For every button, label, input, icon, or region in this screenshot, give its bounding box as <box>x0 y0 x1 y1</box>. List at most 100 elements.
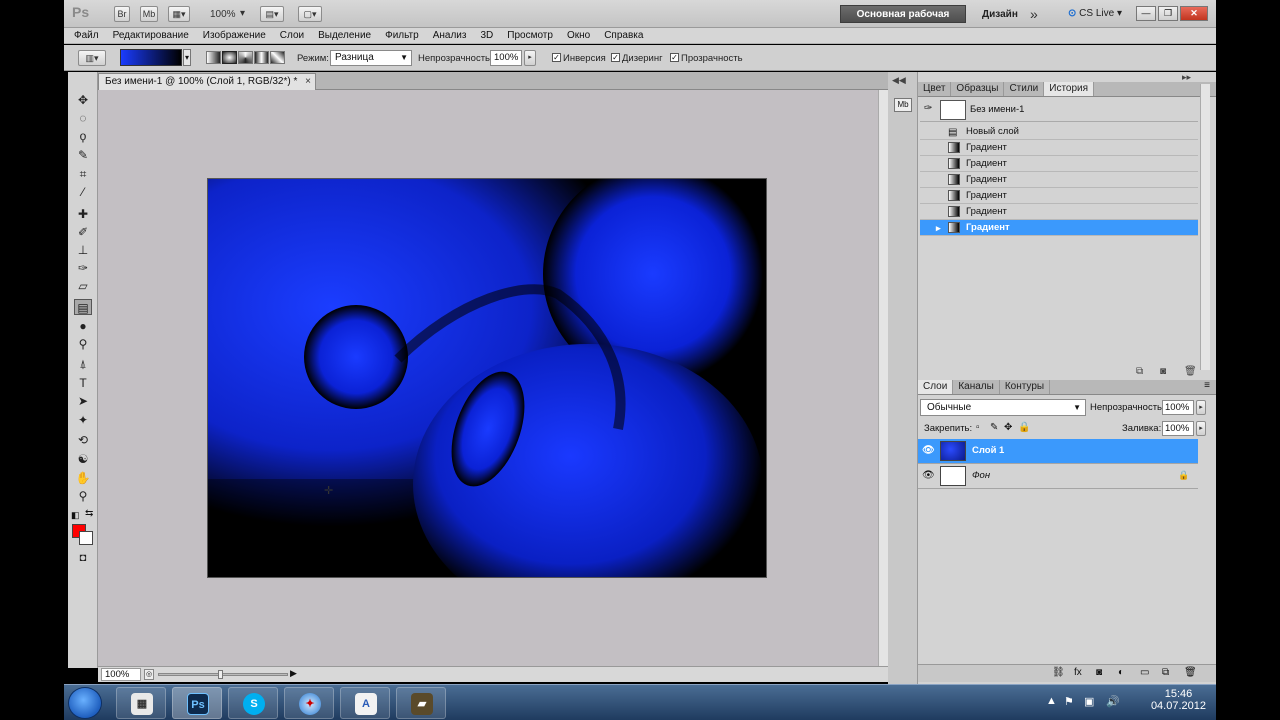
vertical-scrollbar[interactable] <box>878 90 888 666</box>
create-document-from-state-icon[interactable]: ⧉ <box>1136 366 1143 377</box>
taskbar-app-photoshop[interactable]: Ps <box>172 687 222 719</box>
menu-view[interactable]: Просмотр <box>507 28 553 43</box>
layer-row[interactable]: 👁 Фон 🔒 <box>918 464 1198 489</box>
layer-mask-icon[interactable]: ◙ <box>1096 667 1102 678</box>
menu-3d[interactable]: 3D <box>480 28 493 43</box>
eye-icon[interactable]: 👁 <box>922 470 935 481</box>
screen-mode-button[interactable]: ▢▾ <box>298 6 322 22</box>
mode-select[interactable]: Разница ▼ <box>330 50 412 66</box>
tray-network-icon[interactable]: ▣ <box>1084 695 1094 708</box>
gradient-tool-icon[interactable]: ▤ <box>74 299 92 315</box>
adjustment-layer-icon[interactable]: ◐ <box>1118 667 1124 678</box>
menu-edit[interactable]: Редактирование <box>113 28 189 43</box>
radial-gradient-icon[interactable] <box>222 51 237 64</box>
tab-channels[interactable]: Каналы <box>953 380 1000 394</box>
arrange-documents-button[interactable]: ▤▾ <box>260 6 284 22</box>
menu-image[interactable]: Изображение <box>203 28 266 43</box>
taskbar-app-video[interactable]: ▰ <box>396 687 446 719</box>
tab-history[interactable]: История <box>1044 82 1095 96</box>
new-layer-icon[interactable]: ⧉ <box>1162 667 1169 678</box>
tab-swatches[interactable]: Образцы <box>951 82 1005 96</box>
restore-button[interactable]: ❐ <box>1158 6 1178 21</box>
delete-layer-icon[interactable]: 🗑 <box>1184 667 1197 678</box>
shape-tool-icon[interactable]: ✦ <box>74 412 92 428</box>
reflected-gradient-icon[interactable] <box>254 51 269 64</box>
panel-menu-icon[interactable]: ≡ <box>1204 380 1210 391</box>
lasso-tool-icon[interactable]: ϙ <box>74 128 92 144</box>
quick-selection-tool-icon[interactable]: ✎ <box>74 147 92 163</box>
opacity-input[interactable]: 100% <box>490 50 522 66</box>
opacity-slider-button[interactable]: ▸ <box>524 50 536 66</box>
history-snapshot-row[interactable]: ✑ Без имени-1 <box>920 98 1198 122</box>
blur-tool-icon[interactable]: ● <box>74 318 92 334</box>
zoom-status-field[interactable]: 100% <box>101 668 141 681</box>
history-state[interactable]: Градиент <box>920 172 1198 188</box>
status-arrow-icon[interactable]: ▶ <box>290 668 297 679</box>
healing-brush-tool-icon[interactable]: ✚ <box>74 206 92 222</box>
dither-checkbox[interactable]: ✓ <box>611 53 620 62</box>
background-color-swatch[interactable] <box>79 531 93 545</box>
tool-preset-picker[interactable]: ▥▾ <box>78 50 106 66</box>
quick-mask-icon[interactable]: ◘ <box>74 550 92 566</box>
menu-analysis[interactable]: Анализ <box>433 28 467 43</box>
transparency-checkbox[interactable]: ✓ <box>670 53 679 62</box>
gradient-picker-dropdown[interactable]: ▾ <box>183 49 191 66</box>
history-state[interactable]: Градиент <box>920 140 1198 156</box>
tab-styles[interactable]: Стили <box>1004 82 1045 96</box>
canvas-image[interactable] <box>207 178 767 578</box>
gradient-editor-preview[interactable] <box>120 49 182 66</box>
opacity-slider-button[interactable]: ▸ <box>1196 400 1206 415</box>
status-info-icon[interactable]: ◎ <box>144 669 154 680</box>
lock-image-icon[interactable]: ✎ <box>990 422 998 433</box>
blend-mode-select[interactable]: Обычные ▼ <box>920 399 1086 416</box>
menu-help[interactable]: Справка <box>604 28 643 43</box>
taskbar-app-skype[interactable]: S <box>228 687 278 719</box>
linear-gradient-icon[interactable] <box>206 51 221 64</box>
history-state-new-layer[interactable]: ▤ Новый слой <box>920 124 1198 140</box>
zoom-dropdown-icon[interactable]: ▾ <box>240 8 245 19</box>
clone-stamp-tool-icon[interactable]: ⊥ <box>74 242 92 258</box>
taskbar-app-document[interactable]: A <box>340 687 390 719</box>
workspace-essentials-button[interactable]: Основная рабочая среда <box>840 5 966 38</box>
menu-filter[interactable]: Фильтр <box>385 28 419 43</box>
history-scrollbar[interactable] <box>1200 84 1210 370</box>
start-button[interactable] <box>68 687 102 719</box>
path-selection-tool-icon[interactable]: ➤ <box>74 393 92 409</box>
delete-icon[interactable]: 🗑 <box>1184 366 1197 377</box>
link-layers-icon[interactable]: ⛓ <box>1052 667 1065 678</box>
tray-volume-icon[interactable]: 🔊 <box>1106 695 1120 708</box>
mini-bridge-panel-icon[interactable]: Mb <box>894 98 912 112</box>
tray-flag-icon[interactable]: ⚑ <box>1064 695 1074 708</box>
workspace-design-button[interactable]: Дизайн <box>982 9 1018 20</box>
brush-tool-icon[interactable]: ✐ <box>74 224 92 240</box>
reverse-checkbox[interactable]: ✓ <box>552 53 561 62</box>
tab-color[interactable]: Цвет <box>918 82 952 96</box>
menu-select[interactable]: Выделение <box>318 28 371 43</box>
eyedropper-tool-icon[interactable]: ⁄ <box>74 184 92 200</box>
lock-position-icon[interactable]: ✥ <box>1004 422 1012 433</box>
history-brush-tool-icon[interactable]: ✑ <box>74 260 92 276</box>
minibridge-button[interactable]: Mb <box>140 6 158 22</box>
menu-window[interactable]: Окно <box>567 28 590 43</box>
fill-slider-button[interactable]: ▸ <box>1196 421 1206 436</box>
horizontal-scrollbar[interactable] <box>158 673 288 676</box>
bridge-button[interactable]: Br <box>114 6 130 22</box>
fill-input[interactable]: 100% <box>1162 421 1194 436</box>
diamond-gradient-icon[interactable] <box>270 51 285 64</box>
history-state[interactable]: Градиент <box>920 156 1198 172</box>
3d-orbit-tool-icon[interactable]: ☯ <box>74 451 92 467</box>
lock-all-icon[interactable]: 🔒 <box>1018 422 1030 433</box>
layer-opacity-input[interactable]: 100% <box>1162 400 1194 415</box>
layer-style-icon[interactable]: fx <box>1074 667 1082 678</box>
menu-layers[interactable]: Слои <box>280 28 304 43</box>
crop-tool-icon[interactable]: ⌗ <box>74 166 92 182</box>
history-state[interactable]: Градиент <box>920 204 1198 220</box>
menu-file[interactable]: Файл <box>74 28 99 43</box>
expand-panels-icon[interactable]: ◀◀ <box>892 75 906 86</box>
eraser-tool-icon[interactable]: ▱ <box>74 278 92 294</box>
lock-transparent-icon[interactable]: ▫ <box>976 422 980 433</box>
system-clock[interactable]: 15:46 04.07.2012 <box>1151 688 1206 712</box>
marquee-tool-icon[interactable]: ◌ <box>74 110 92 126</box>
tab-paths[interactable]: Контуры <box>1000 380 1051 394</box>
minimize-button[interactable]: — <box>1136 6 1156 21</box>
